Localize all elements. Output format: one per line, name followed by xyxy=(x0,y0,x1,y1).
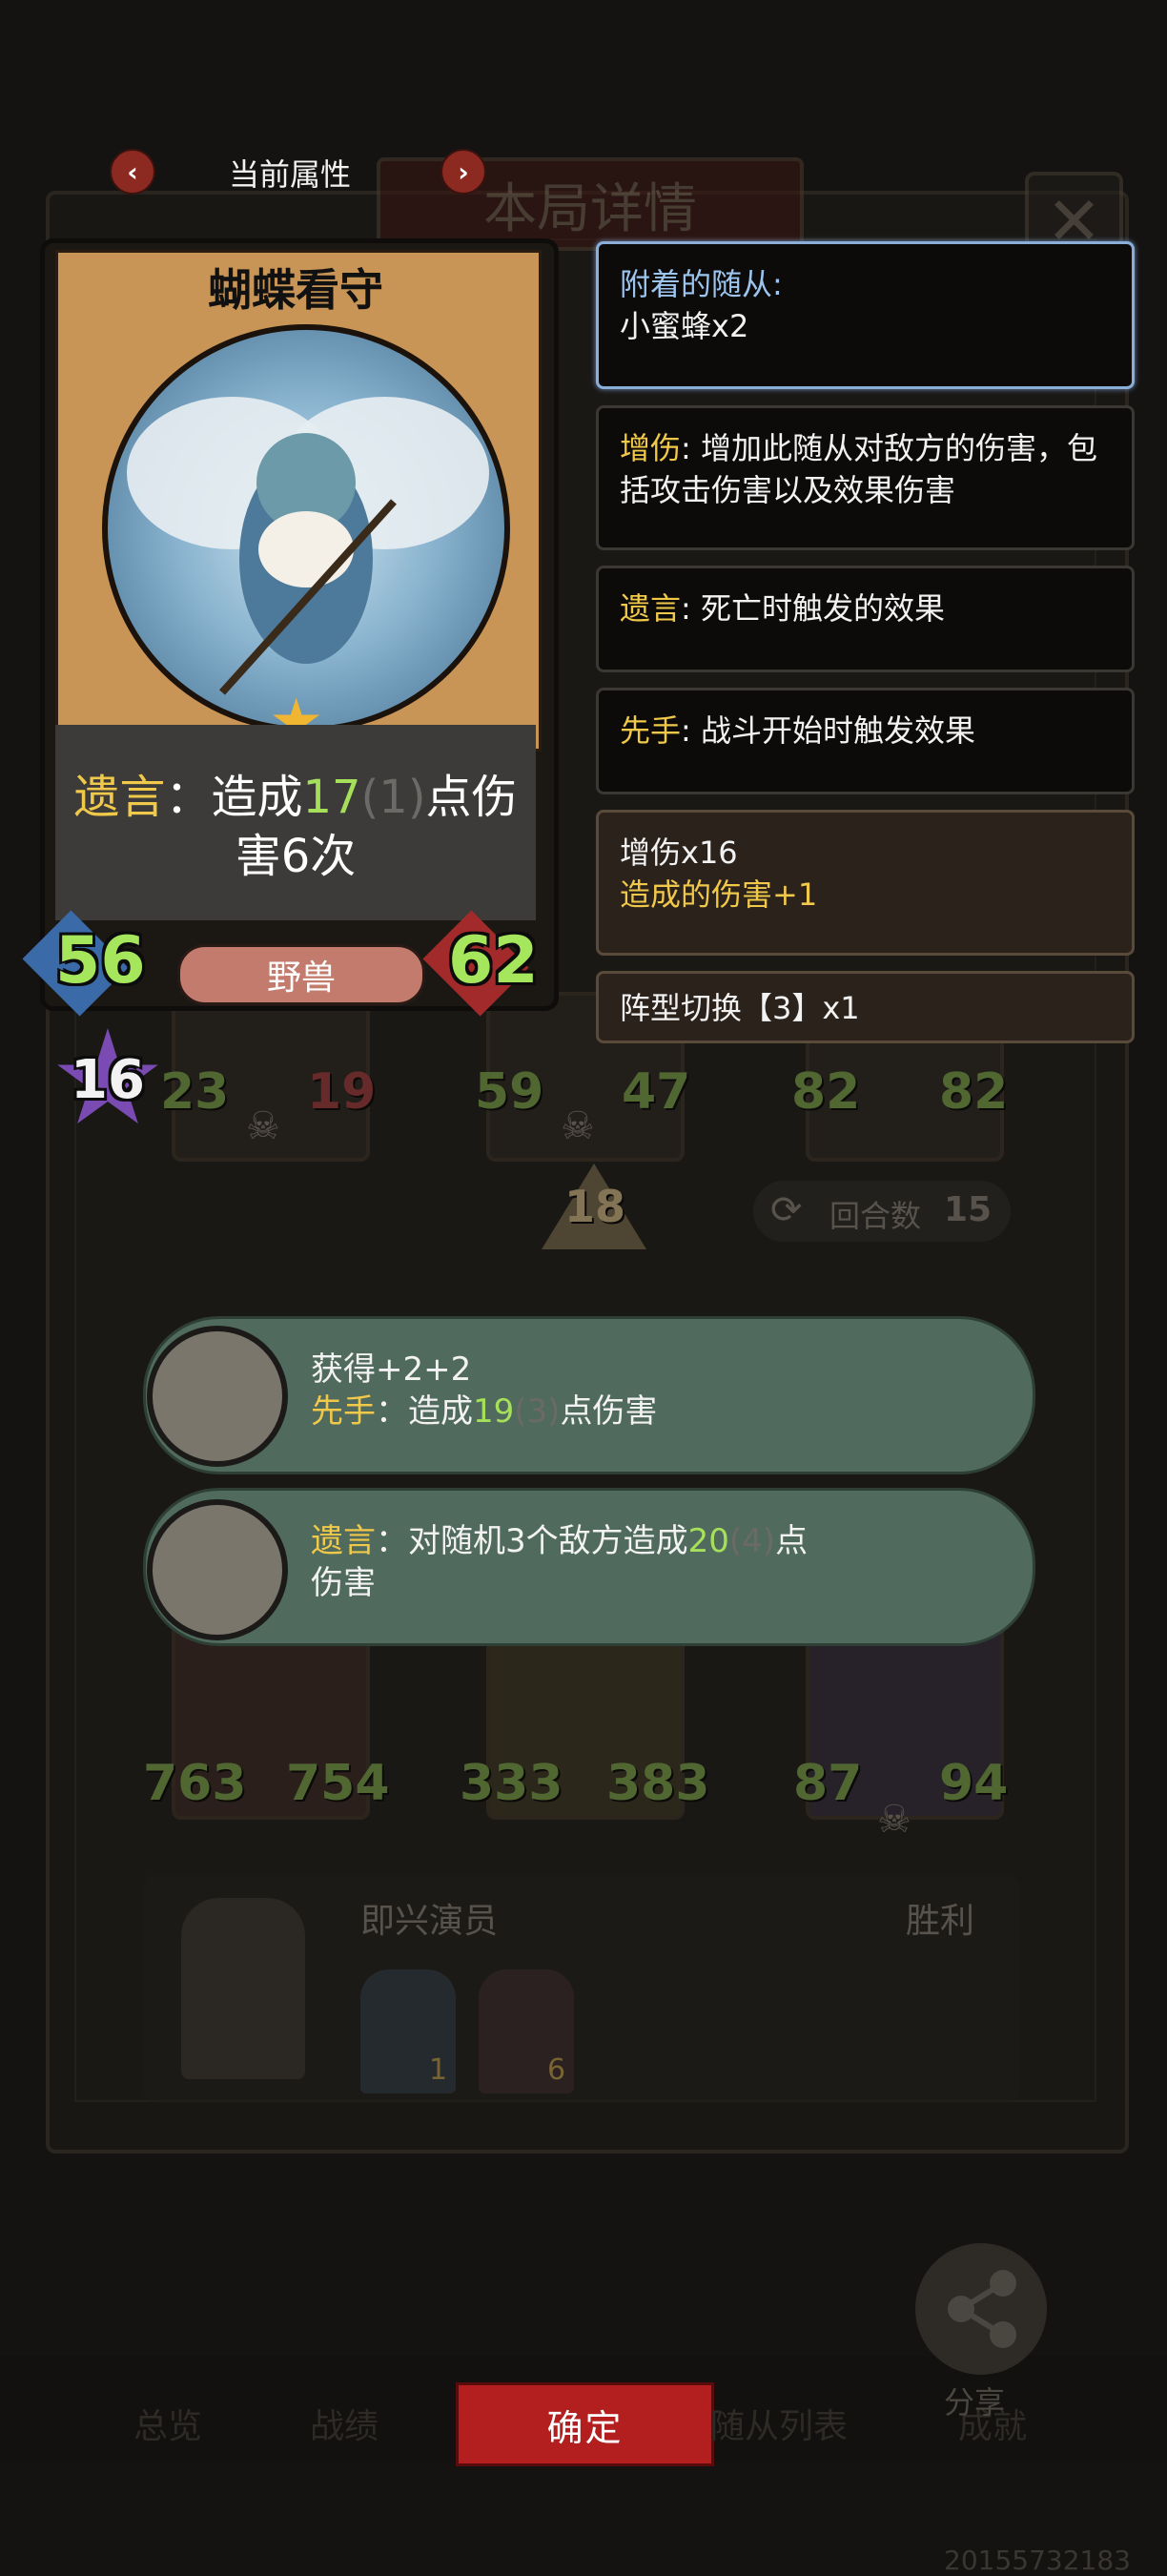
keyword-box-damage[interactable]: 增伤: 增加此随从对敌方的伤害，包括攻击伤害以及效果伤害 xyxy=(596,405,1135,550)
health-value: 62 xyxy=(448,923,539,999)
keyword: 遗言 xyxy=(620,590,682,627)
bubble-value: 19 xyxy=(473,1392,515,1431)
tribe-label: 野兽 xyxy=(177,944,425,1005)
buff-sub: 造成的伤害+1 xyxy=(620,876,818,913)
opponent-minion-badge: 1 xyxy=(429,2053,448,2087)
card-name: 蝴蝶看守 xyxy=(208,264,383,316)
opponent-name: 即兴演员 xyxy=(360,1902,499,1941)
ability-pre: 造成 xyxy=(211,771,303,824)
keyword-desc: : 增加此随从对敌方的伤害，包括攻击伤害以及效果伤害 xyxy=(620,430,1097,508)
slot-attack: 763 xyxy=(143,1755,247,1812)
bubble-line: 先手：造成19(3)点伤害 xyxy=(311,1391,978,1432)
buff-stack-box[interactable]: 增伤x16 造成的伤害+1 xyxy=(596,810,1135,956)
formation-title: 阵型切换【3】x1 xyxy=(620,990,860,1026)
slot-attack: 87 xyxy=(793,1755,863,1812)
keyword: 先手 xyxy=(620,712,682,749)
ability-bubble-text: 获得+2+2 先手：造成19(3)点伤害 xyxy=(311,1349,978,1432)
attack-value: 56 xyxy=(55,923,146,999)
attribute-label: 当前属性 xyxy=(229,156,352,193)
tab-minion-list[interactable]: 随从列表 xyxy=(710,2399,848,2448)
bubble-text-post: 点 xyxy=(775,1522,809,1560)
keyword-box-deathrattle[interactable]: 遗言: 死亡时触发的效果 xyxy=(596,566,1135,672)
bomb-icon xyxy=(147,1499,288,1640)
attached-minion-box[interactable]: 附着的随从: 小蜜蜂x2 xyxy=(596,241,1135,389)
keyword: 先手 xyxy=(311,1392,376,1431)
keyword-box-first[interactable]: 先手: 战斗开始时触发效果 xyxy=(596,688,1135,794)
opponent-minion-badge: 6 xyxy=(547,2053,566,2087)
bubble-value: 20 xyxy=(687,1522,729,1560)
bubble-text-pre: ：对随机3个敌方造成 xyxy=(376,1522,688,1560)
ability-colon: ： xyxy=(165,771,212,824)
slot-health: 94 xyxy=(939,1755,1009,1812)
opponent-result: 胜利 xyxy=(906,1902,975,1941)
butterfly-art xyxy=(127,397,489,695)
attached-value: 小蜜蜂x2 xyxy=(620,308,749,344)
buff-title: 增伤x16 xyxy=(620,835,738,871)
bubble-bonus: (4) xyxy=(728,1522,776,1560)
attached-label: 附着的随从: xyxy=(620,266,783,302)
user-id: 20155732183 xyxy=(944,2545,1131,2576)
keyword: 遗言 xyxy=(311,1522,376,1560)
share-label: 分享 xyxy=(944,2384,1006,2421)
opponent-row[interactable]: 即兴演员 胜利 1 6 xyxy=(143,1874,1020,2103)
opponent-avatar xyxy=(181,1898,305,2079)
bubble-text-pre: ：造成 xyxy=(376,1392,473,1431)
formation-box[interactable]: 阵型切换【3】x1 xyxy=(596,971,1135,1043)
axe-icon xyxy=(147,1326,288,1467)
skull-icon: ☠ xyxy=(877,1798,911,1842)
share-button[interactable] xyxy=(915,2243,1047,2375)
confirm-button[interactable]: 确定 xyxy=(456,2382,714,2466)
bubble-line: 遗言：对随机3个敌方造成20(4)点 xyxy=(311,1520,978,1562)
bubble-line: 获得+2+2 xyxy=(311,1350,472,1389)
tab-record[interactable]: 战绩 xyxy=(310,2399,379,2448)
ability-bonus: (1) xyxy=(360,771,426,824)
bubble-bonus: (3) xyxy=(514,1392,561,1431)
card-ability-text: 遗言：造成17(1)点伤害6次 xyxy=(67,768,524,886)
slot-attack: 333 xyxy=(460,1755,563,1812)
butterfly-guard-portrait xyxy=(102,324,510,732)
keyword-desc: : 战斗开始时触发效果 xyxy=(681,712,975,749)
slot-health: 383 xyxy=(606,1755,710,1812)
ability-value: 17 xyxy=(302,771,361,824)
keyword-desc: : 死亡时触发的效果 xyxy=(681,590,945,627)
tab-overview[interactable]: 总览 xyxy=(133,2399,202,2448)
tier-value: 16 xyxy=(71,1049,145,1111)
bubble-line: 伤害 xyxy=(311,1564,376,1602)
share-icon xyxy=(948,2270,1016,2348)
prev-arrow-button[interactable]: ‹ xyxy=(110,149,155,195)
keyword: 增伤 xyxy=(620,430,682,466)
bubble-text-post: 点伤害 xyxy=(560,1392,658,1431)
slot-health: 754 xyxy=(286,1755,390,1812)
keyword: 遗言 xyxy=(73,771,166,824)
ability-bubble-text: 遗言：对随机3个敌方造成20(4)点 伤害 xyxy=(311,1520,978,1604)
next-arrow-button[interactable]: › xyxy=(440,149,486,195)
